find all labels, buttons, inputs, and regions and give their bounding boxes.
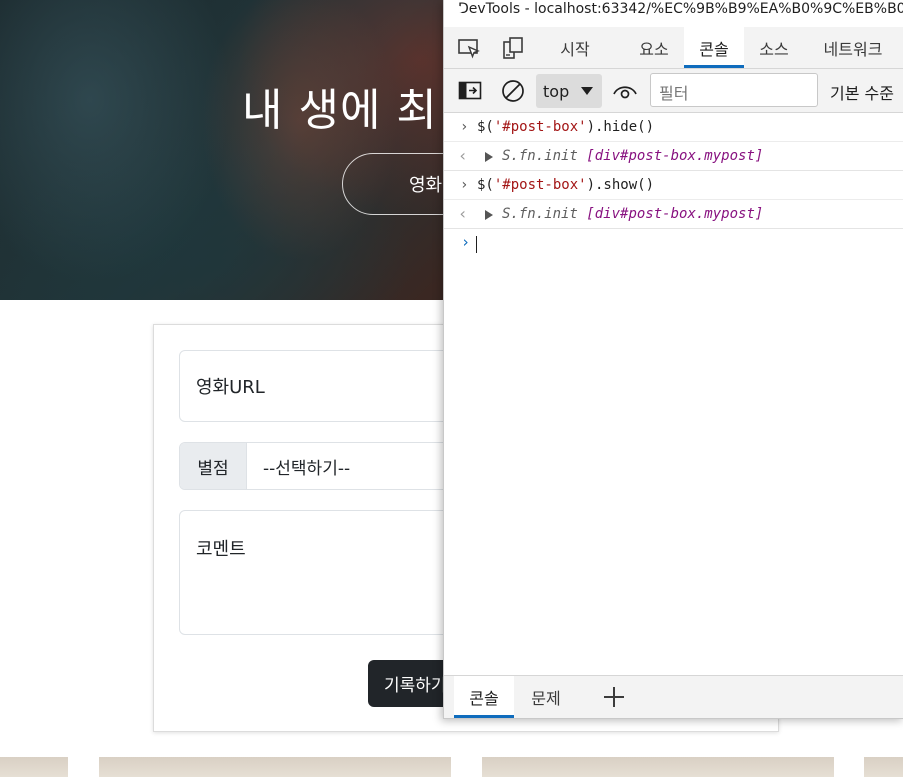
- movie-card-thumbnail[interactable]: [864, 757, 903, 777]
- console-command: $('#post-box').hide(): [477, 119, 655, 135]
- record-button-label: 기록하기: [384, 676, 447, 696]
- tab-network[interactable]: 네트워크: [808, 27, 898, 68]
- console-toolbar: top 필터 기본 수준: [444, 69, 903, 113]
- live-expression-eye-icon[interactable]: [612, 81, 638, 101]
- console-command: $('#post-box').show(): [477, 177, 655, 193]
- device-toolbar-icon[interactable]: [501, 37, 525, 59]
- drawer-tab-issues[interactable]: 문제: [516, 676, 576, 718]
- star-rating-value: --선택하기--: [263, 458, 351, 479]
- devtools-drawer: 콘솔 문제: [444, 675, 903, 718]
- console-input[interactable]: ›: [444, 229, 903, 257]
- drawer-tab-console[interactable]: 콘솔: [454, 676, 514, 718]
- context-selector[interactable]: top: [536, 74, 602, 108]
- devtools-titlebar[interactable]: DevTools - localhost:63342/%EC%9B%B9%EA%…: [444, 0, 903, 18]
- comment-placeholder: 코멘트: [196, 539, 246, 560]
- tab-start[interactable]: 시작: [544, 27, 606, 68]
- log-level-label: 기본 수준: [830, 84, 894, 103]
- tab-elements[interactable]: 요소: [624, 27, 684, 68]
- tab-sources[interactable]: 소스: [744, 27, 804, 68]
- star-rating-label: 별점: [180, 443, 247, 489]
- console-result: S.fn.init [div#post-box.mypost]: [502, 206, 764, 222]
- tab-elements-label: 요소: [639, 39, 669, 59]
- movie-url-placeholder: 영화URL: [196, 377, 265, 398]
- chevron-left-icon: ‹: [458, 204, 468, 223]
- movie-card-thumbnail[interactable]: [0, 757, 68, 777]
- devtools-title: DevTools - localhost:63342/%EC%9B%B9%EA%…: [458, 1, 903, 17]
- movie-card-thumbnail[interactable]: [99, 757, 451, 777]
- tab-sources-label: 소스: [759, 39, 789, 59]
- tab-console[interactable]: 콘솔: [684, 27, 744, 68]
- caret-down-icon: [581, 87, 593, 95]
- console-result-row[interactable]: ‹ S.fn.init [div#post-box.mypost]: [444, 142, 903, 171]
- expand-triangle-icon[interactable]: [485, 152, 493, 162]
- text-cursor: [476, 236, 477, 253]
- expand-triangle-icon[interactable]: [485, 210, 493, 220]
- toggle-sidebar-icon[interactable]: [458, 80, 482, 102]
- devtools-tabbar: 시작 요소 콘솔 소스 네트워크: [444, 27, 903, 69]
- console-result-row[interactable]: ‹ S.fn.init [div#post-box.mypost]: [444, 200, 903, 229]
- devtools-window: DevTools - localhost:63342/%EC%9B%B9%EA%…: [443, 0, 903, 719]
- clear-console-icon[interactable]: [501, 79, 525, 103]
- chevron-left-icon: ‹: [458, 146, 468, 165]
- hero-title: 내 생에 최: [242, 85, 438, 136]
- filter-placeholder: 필터: [659, 84, 689, 103]
- log-level-dropdown[interactable]: 기본 수준: [830, 80, 894, 104]
- console-command-row: › $('#post-box').hide(): [444, 113, 903, 142]
- console-output: › $('#post-box').hide() ‹ S.fn.init [div…: [444, 113, 903, 257]
- add-drawer-tab-icon[interactable]: [604, 687, 624, 707]
- prompt-chevron-icon: ›: [461, 233, 471, 251]
- hero-button-label: 영화: [409, 175, 443, 196]
- console-filter-input[interactable]: 필터: [650, 73, 818, 107]
- drawer-tab-console-label: 콘솔: [469, 689, 499, 708]
- drawer-tab-issues-label: 문제: [531, 689, 561, 708]
- tab-console-label: 콘솔: [699, 39, 729, 59]
- context-value: top: [543, 81, 570, 101]
- tab-start-label: 시작: [560, 39, 590, 59]
- inspect-element-icon[interactable]: [457, 37, 481, 59]
- console-result: S.fn.init [div#post-box.mypost]: [502, 148, 764, 164]
- tab-network-label: 네트워크: [823, 39, 883, 59]
- chevron-right-icon: ›: [460, 177, 469, 193]
- movie-card-thumbnail[interactable]: [482, 757, 834, 777]
- chevron-right-icon: ›: [460, 119, 469, 135]
- console-command-row: › $('#post-box').show(): [444, 171, 903, 200]
